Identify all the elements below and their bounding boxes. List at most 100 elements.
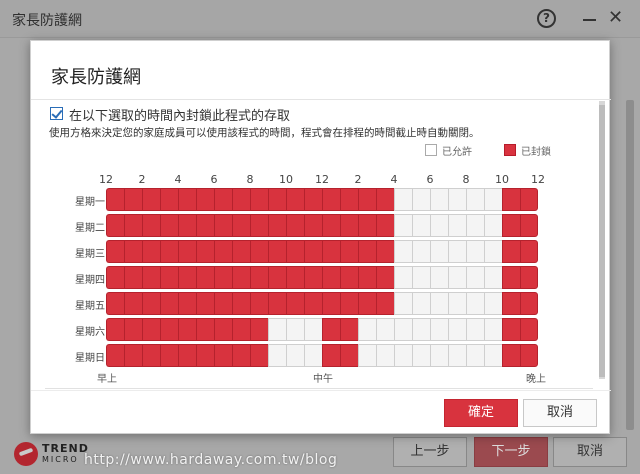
schedule-cell-allowed[interactable] [268,344,286,367]
schedule-cell-blocked[interactable] [286,292,304,315]
schedule-cell-allowed[interactable] [412,344,430,367]
schedule-cell-blocked[interactable] [322,344,340,367]
schedule-cell-allowed[interactable] [412,240,430,263]
schedule-cell-blocked[interactable] [250,188,268,211]
schedule-cell-blocked[interactable] [124,214,142,237]
schedule-grid[interactable] [106,188,538,370]
schedule-cell-blocked[interactable] [268,214,286,237]
schedule-cell-allowed[interactable] [466,292,484,315]
schedule-cell-blocked[interactable] [502,292,520,315]
schedule-cell-blocked[interactable] [196,266,214,289]
schedule-cell-blocked[interactable] [178,240,196,263]
schedule-cell-blocked[interactable] [340,292,358,315]
schedule-cell-blocked[interactable] [304,292,322,315]
schedule-cell-allowed[interactable] [430,240,448,263]
schedule-cell-allowed[interactable] [484,240,502,263]
schedule-cell-blocked[interactable] [196,344,214,367]
schedule-cell-allowed[interactable] [484,214,502,237]
schedule-cell-blocked[interactable] [178,266,196,289]
schedule-cell-allowed[interactable] [412,266,430,289]
schedule-cell-blocked[interactable] [160,240,178,263]
schedule-cell-blocked[interactable] [142,266,160,289]
schedule-cell-blocked[interactable] [106,318,124,341]
schedule-cell-blocked[interactable] [106,188,124,211]
schedule-cell-blocked[interactable] [376,214,394,237]
schedule-cell-allowed[interactable] [376,344,394,367]
cancel-button[interactable]: 取消 [523,399,597,427]
schedule-cell-allowed[interactable] [304,318,322,341]
schedule-cell-blocked[interactable] [376,188,394,211]
schedule-cell-blocked[interactable] [304,266,322,289]
schedule-cell-allowed[interactable] [430,292,448,315]
help-icon[interactable]: ? [537,9,556,28]
schedule-cell-blocked[interactable] [268,266,286,289]
schedule-cell-blocked[interactable] [250,266,268,289]
schedule-cell-allowed[interactable] [448,344,466,367]
schedule-cell-blocked[interactable] [232,188,250,211]
schedule-cell-blocked[interactable] [268,188,286,211]
schedule-cell-blocked[interactable] [160,266,178,289]
schedule-cell-blocked[interactable] [520,214,538,237]
schedule-cell-blocked[interactable] [232,214,250,237]
schedule-cell-allowed[interactable] [430,266,448,289]
schedule-cell-blocked[interactable] [142,292,160,315]
schedule-cell-blocked[interactable] [124,240,142,263]
schedule-cell-allowed[interactable] [484,292,502,315]
schedule-cell-blocked[interactable] [214,266,232,289]
schedule-cell-blocked[interactable] [160,214,178,237]
schedule-cell-blocked[interactable] [142,214,160,237]
schedule-cell-blocked[interactable] [340,214,358,237]
schedule-cell-allowed[interactable] [484,188,502,211]
schedule-cell-blocked[interactable] [358,292,376,315]
schedule-cell-blocked[interactable] [214,188,232,211]
schedule-cell-allowed[interactable] [304,344,322,367]
schedule-cell-blocked[interactable] [178,214,196,237]
schedule-cell-blocked[interactable] [178,344,196,367]
schedule-cell-blocked[interactable] [142,318,160,341]
schedule-cell-blocked[interactable] [286,240,304,263]
schedule-cell-blocked[interactable] [106,344,124,367]
schedule-cell-blocked[interactable] [502,344,520,367]
minimize-icon[interactable] [583,19,596,21]
previous-button[interactable]: 上一步 [393,437,467,467]
schedule-cell-blocked[interactable] [178,318,196,341]
schedule-cell-blocked[interactable] [232,292,250,315]
schedule-cell-blocked[interactable] [178,188,196,211]
schedule-cell-blocked[interactable] [196,292,214,315]
schedule-cell-blocked[interactable] [502,318,520,341]
schedule-cell-blocked[interactable] [160,292,178,315]
schedule-cell-blocked[interactable] [196,188,214,211]
schedule-cell-blocked[interactable] [106,214,124,237]
schedule-cell-allowed[interactable] [286,344,304,367]
schedule-cell-blocked[interactable] [340,318,358,341]
schedule-cell-allowed[interactable] [448,318,466,341]
schedule-cell-allowed[interactable] [484,266,502,289]
schedule-cell-blocked[interactable] [232,344,250,367]
schedule-cell-blocked[interactable] [520,318,538,341]
schedule-cell-blocked[interactable] [358,188,376,211]
schedule-cell-blocked[interactable] [520,188,538,211]
schedule-cell-blocked[interactable] [124,266,142,289]
schedule-cell-blocked[interactable] [196,240,214,263]
schedule-cell-allowed[interactable] [376,318,394,341]
schedule-cell-blocked[interactable] [376,240,394,263]
schedule-cell-blocked[interactable] [250,240,268,263]
schedule-cell-allowed[interactable] [448,188,466,211]
schedule-cell-blocked[interactable] [322,188,340,211]
schedule-cell-blocked[interactable] [358,214,376,237]
schedule-cell-blocked[interactable] [502,214,520,237]
schedule-cell-allowed[interactable] [412,292,430,315]
schedule-cell-allowed[interactable] [466,214,484,237]
schedule-cell-blocked[interactable] [106,240,124,263]
schedule-cell-allowed[interactable] [394,188,412,211]
schedule-cell-allowed[interactable] [394,266,412,289]
schedule-cell-allowed[interactable] [394,344,412,367]
schedule-cell-blocked[interactable] [322,318,340,341]
schedule-cell-allowed[interactable] [412,318,430,341]
schedule-cell-allowed[interactable] [394,292,412,315]
schedule-cell-allowed[interactable] [430,188,448,211]
schedule-cell-blocked[interactable] [250,214,268,237]
schedule-cell-allowed[interactable] [286,318,304,341]
schedule-cell-allowed[interactable] [268,318,286,341]
schedule-cell-blocked[interactable] [286,266,304,289]
